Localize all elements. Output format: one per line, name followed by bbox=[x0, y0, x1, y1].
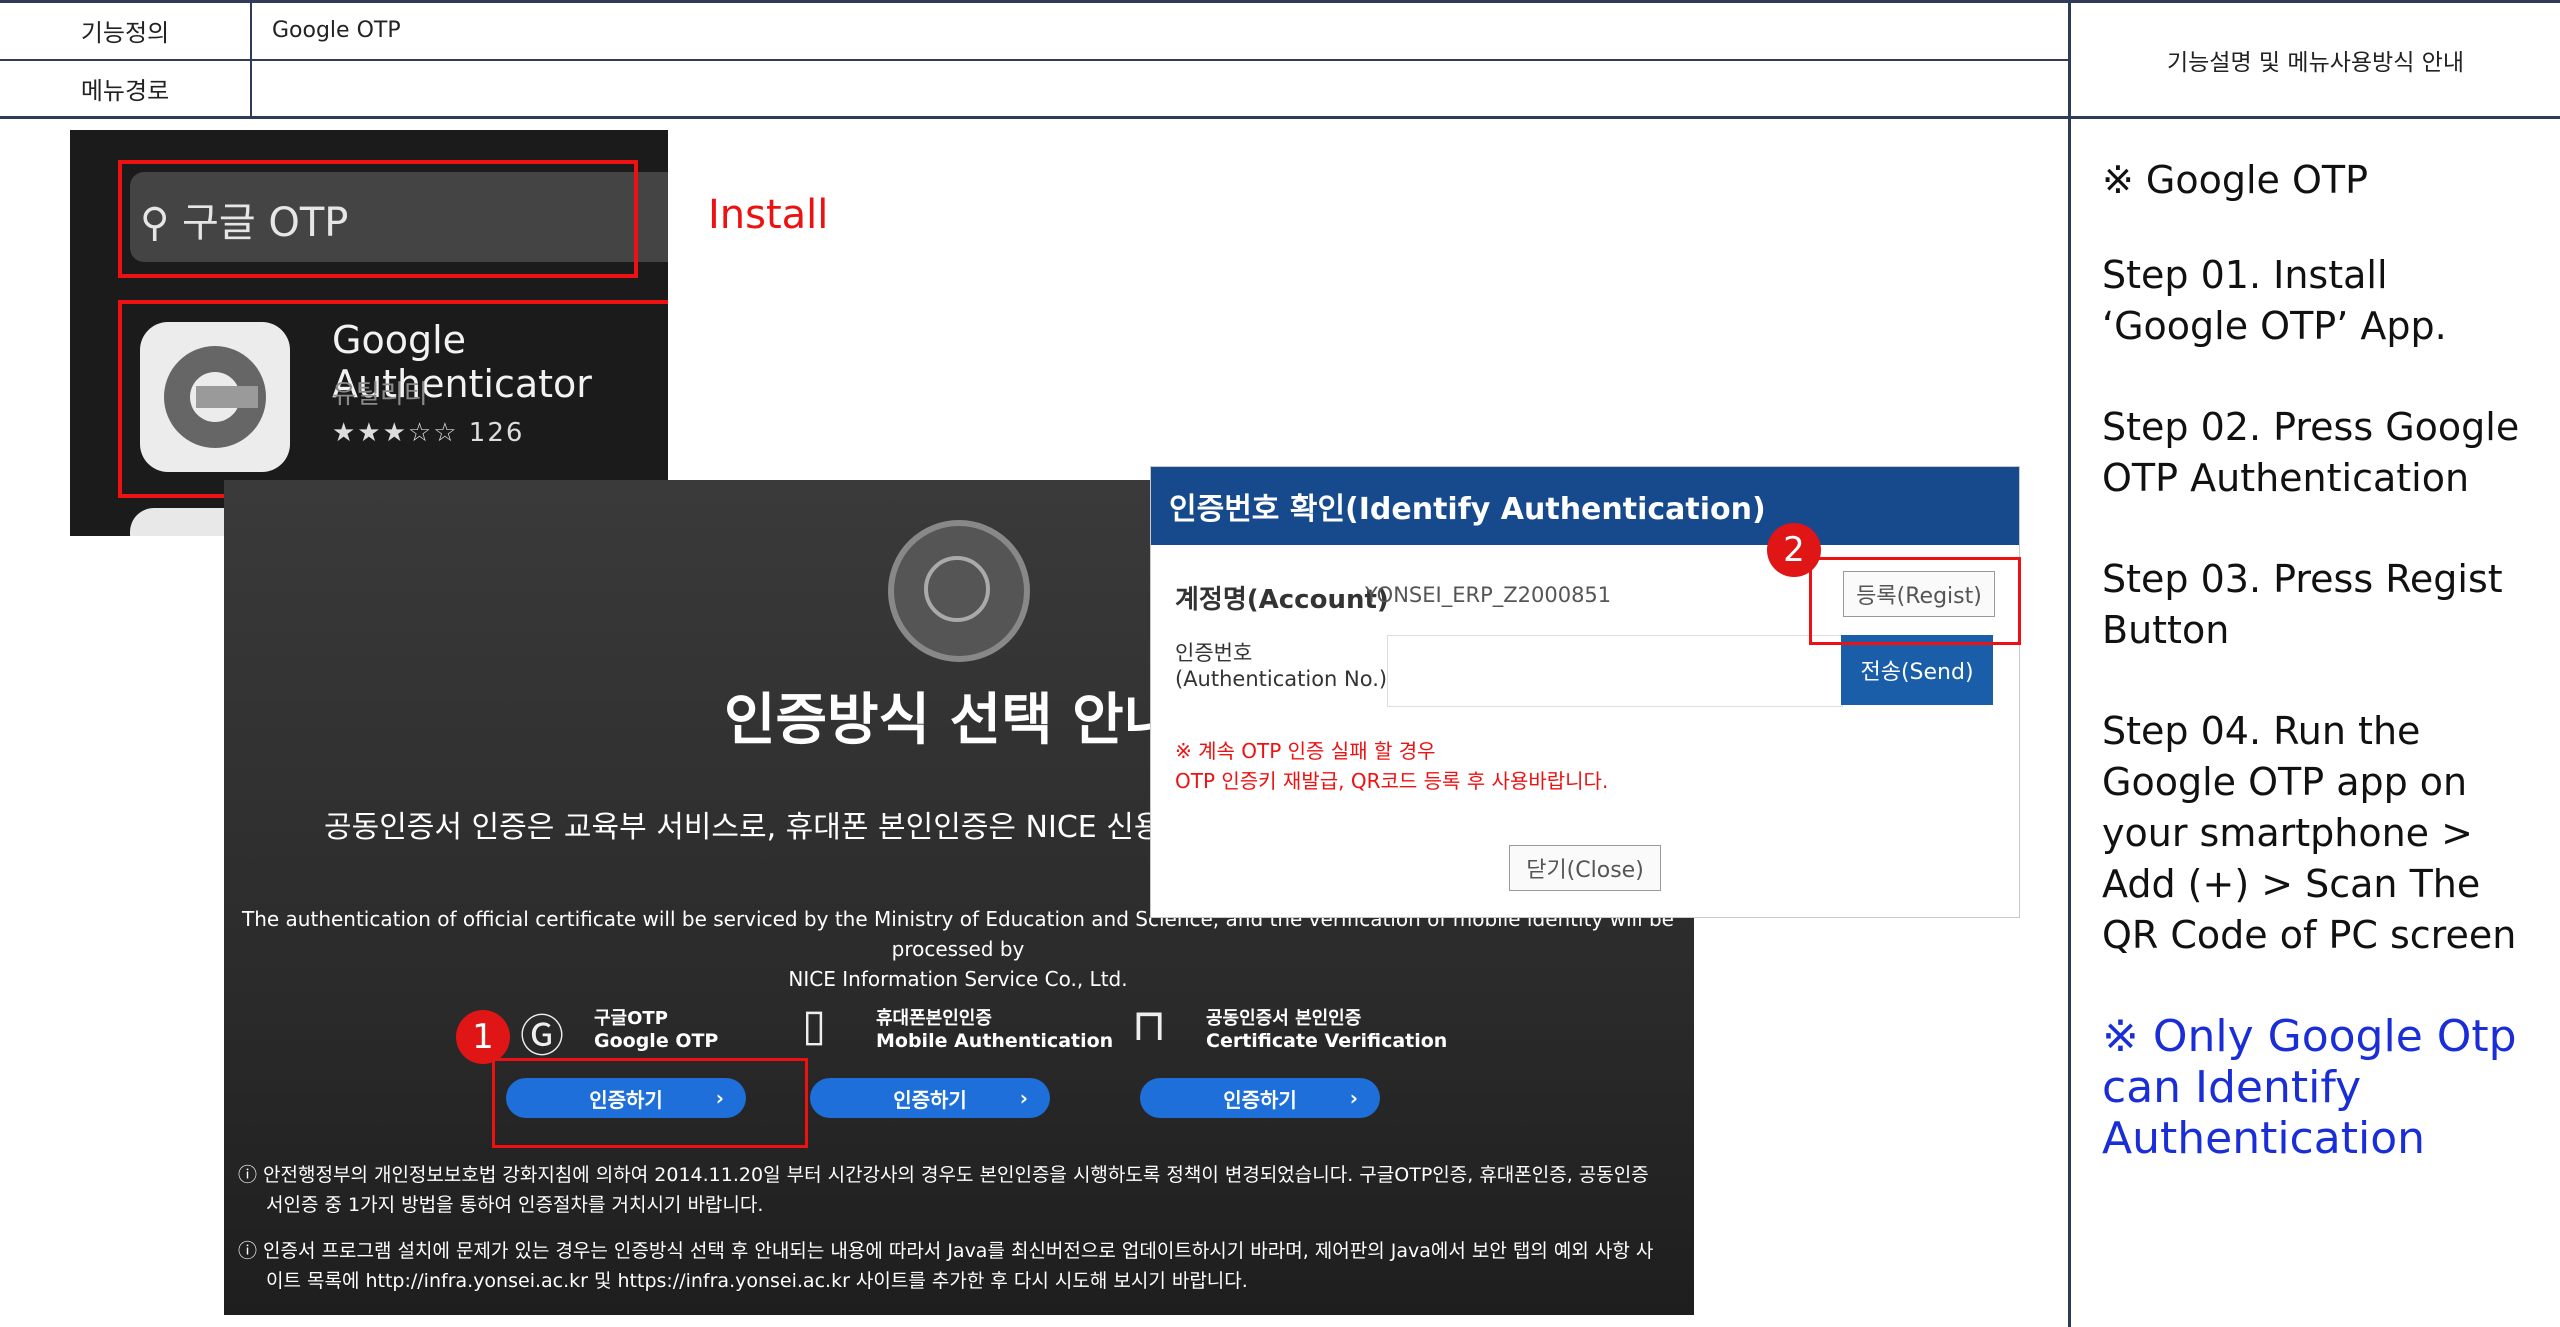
search-query: ⚲ 구글 OTP bbox=[140, 190, 348, 248]
option-en-label: Google OTP bbox=[594, 1030, 719, 1052]
google-otp-highlight bbox=[492, 1058, 808, 1148]
option-ko-label: 휴대폰본인인증 bbox=[876, 1008, 992, 1029]
option-en-label: Mobile Authentication bbox=[876, 1030, 1114, 1052]
lock-icon: ⊓ bbox=[1132, 1000, 1167, 1051]
button-label: 인증하기 bbox=[893, 1087, 967, 1112]
regist-highlight bbox=[1809, 557, 2021, 645]
search-icon: ⚲ bbox=[140, 200, 170, 246]
step-01: Step 01. Install ‘Google OTP’ App. bbox=[2102, 253, 2447, 348]
otp-reissue-warning: OTP 인증키 재발급, QR코드 등록 후 사용바랍니다. bbox=[1175, 769, 1609, 793]
auth-page-title: 인증방식 선택 안내 bbox=[724, 688, 1176, 753]
mobile-auth-button[interactable]: 인증하기 › bbox=[810, 1078, 1050, 1118]
menu-path-label: 메뉴경로 bbox=[80, 77, 170, 105]
app-store-screenshot: ⚲ 구글 OTP Google Authenticator 유틸리티 ★★★☆☆… bbox=[70, 130, 668, 536]
step-badge-2: 2 bbox=[1767, 523, 1821, 577]
app-rating: ★★★☆☆ 126 bbox=[332, 418, 525, 448]
auth-no-label-ko: 인증번호 bbox=[1175, 641, 1253, 665]
account-label: 계정명(Account) bbox=[1175, 585, 1389, 615]
option-en-label: Certificate Verification bbox=[1206, 1030, 1448, 1052]
english-line-2: NICE Information Service Co., Ltd. bbox=[788, 967, 1128, 991]
func-def-value: Google OTP bbox=[272, 18, 401, 43]
google-authenticator-icon bbox=[140, 322, 290, 472]
otp-auth-modal: 인증번호 확인(Identify Authentication) 계정명(Acc… bbox=[1150, 466, 2021, 918]
university-emblem-icon bbox=[888, 520, 1030, 662]
certificate-auth-button[interactable]: 인증하기 › bbox=[1140, 1078, 1380, 1118]
panel-title: ※ Google OTP bbox=[2102, 158, 2369, 202]
explanation-panel: ※ Google OTP Step 01. Install ‘Google OT… bbox=[2070, 118, 2560, 1164]
step-02: Step 02. Press Google OTP Authentication bbox=[2102, 405, 2520, 500]
step-04: Step 04. Run the Google OTP app on your … bbox=[2102, 709, 2517, 957]
notice-2-line-2: 이트 목록에 http://infra.yonsei.ac.kr 및 https… bbox=[266, 1270, 1248, 1292]
close-button[interactable]: 닫기(Close) bbox=[1509, 845, 1661, 891]
app-category: 유틸리티 bbox=[332, 380, 428, 410]
send-button[interactable]: 전송(Send) bbox=[1841, 635, 1993, 705]
option-ko-label: 공동인증서 본인인증 bbox=[1206, 1008, 1362, 1029]
menu-path-value bbox=[252, 61, 2068, 116]
func-def-label: 기능정의 bbox=[80, 19, 170, 47]
side-header: 기능설명 및 메뉴사용방식 안내 bbox=[2166, 49, 2464, 76]
button-label: 인증하기 bbox=[1223, 1087, 1297, 1112]
modal-title: 인증번호 확인(Identify Authentication) bbox=[1151, 467, 2019, 545]
phone-icon: ▯ bbox=[802, 1000, 827, 1051]
notice-1-line-1: ⓘ 안전행정부의 개인정보보호법 강화지침에 의하여 2014.11.20일 부… bbox=[238, 1164, 1649, 1186]
otp-fail-warning: ※ 계속 OTP 인증 실패 할 경우 bbox=[1175, 739, 1436, 763]
auth-no-label-en: (Authentication No.) bbox=[1175, 667, 1388, 691]
step-03: Step 03. Press Regist Button bbox=[2102, 557, 2503, 652]
search-query-text: 구글 OTP bbox=[182, 200, 349, 246]
account-value: YONSEI_ERP_Z2000851 bbox=[1365, 583, 1612, 607]
option-ko-label: 구글OTP bbox=[594, 1008, 668, 1029]
notice-1: ⓘ 안전행정부의 개인정보보호법 강화지침에 의하여 2014.11.20일 부… bbox=[238, 1160, 1678, 1220]
auth-page-subtitle: 공동인증서 인증은 교육부 서비스로, 휴대폰 본인인증은 NICE 신용 bbox=[324, 810, 1162, 845]
auth-number-input[interactable] bbox=[1387, 635, 1843, 707]
chevron-right-icon: › bbox=[1019, 1086, 1028, 1110]
chevron-right-icon: › bbox=[1349, 1086, 1358, 1110]
notice-2: ⓘ 인증서 프로그램 설치에 문제가 있는 경우는 인증방식 선택 후 안내되는… bbox=[238, 1236, 1678, 1296]
step-badge-1: 1 bbox=[456, 1010, 510, 1064]
notice-2-line-1: ⓘ 인증서 프로그램 설치에 문제가 있는 경우는 인증방식 선택 후 안내되는… bbox=[238, 1240, 1654, 1262]
notice-1-line-2: 서인증 중 1가지 방법을 통하여 인증절차를 거치시기 바랍니다. bbox=[266, 1194, 764, 1216]
google-icon: Ⓖ bbox=[520, 1011, 564, 1062]
install-label: Install bbox=[708, 192, 829, 238]
otp-only-note: ※ Only Google Otp can Identify Authentic… bbox=[2102, 1011, 2517, 1164]
